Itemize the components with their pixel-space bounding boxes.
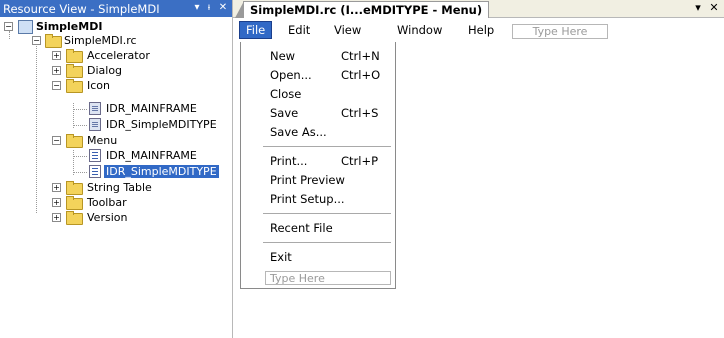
tree-node-label: Toolbar [87,196,127,209]
tree-node-label: Accelerator [87,49,150,62]
tree-leaf-menu-mainframe[interactable]: IDR_MAINFRAME [0,149,232,162]
file-menu-dropdown: New Ctrl+N Open... Ctrl+O Close Save Ctr… [240,42,396,289]
menu-item-label: Print... [270,154,308,168]
tree-root-node[interactable]: − SimpleMDI [0,20,232,34]
resource-view-title: Resource View - SimpleMDI [3,2,160,16]
tree-node-icon[interactable]: − Icon [0,79,232,93]
tree-node-accelerator[interactable]: + Accelerator [0,49,232,63]
menu-item-shortcut: Ctrl+P [341,154,379,168]
menu-editor-area: SimpleMDI.rc (I...eMDITYPE - Menu) ▾ ✕ F… [233,0,724,338]
menubar-type-here-field[interactable]: Type Here [512,24,608,39]
tree-node-label: Icon [87,79,110,92]
menu-item-shortcut: Ctrl+N [341,49,380,63]
tree-node-label: SimpleMDI.rc [64,34,137,47]
tree-node-label: Menu [87,134,118,147]
menu-item-label: New [270,49,296,63]
menu-item-label: Save [270,106,299,120]
expand-icon[interactable]: + [52,198,61,207]
resource-view-title-bar: Resource View - SimpleMDI ▾ ᵼ ✕ [0,0,232,17]
menu-window[interactable]: Window [391,22,448,38]
tab-list-dropdown-icon[interactable]: ▾ [691,1,705,15]
collapse-icon[interactable]: − [4,22,13,31]
expand-icon[interactable]: + [52,66,61,75]
folder-icon [66,196,83,210]
expand-icon[interactable]: + [52,183,61,192]
menu-item-print-preview[interactable]: Print Preview [241,171,395,190]
tree-node-label: Version [87,211,128,224]
menu-edit[interactable]: Edit [282,22,316,38]
menu-item-label: Print Setup... [270,192,345,206]
tree-node-version[interactable]: + Version [0,211,232,225]
menu-item-print[interactable]: Print... Ctrl+P [241,152,395,171]
menu-separator [263,213,391,214]
tree-node-rc-file[interactable]: − SimpleMDI.rc [0,34,232,48]
collapse-icon[interactable]: − [52,81,61,90]
menu-item-label: Exit [270,250,292,264]
menu-item-label: Print Preview [270,173,345,187]
menu-item-label: Recent File [270,221,333,235]
menu-resource-icon [89,165,101,178]
menu-view[interactable]: View [328,22,367,38]
tree-node-label: Dialog [87,64,123,77]
menu-item-save-as[interactable]: Save As... [241,123,395,142]
selected-tree-leaf-label: IDR_SimpleMDITYPE [104,165,219,178]
autohide-pin-icon[interactable]: ᵼ [202,1,216,15]
folder-icon [66,49,83,63]
menu-item-label: Save As... [270,125,327,139]
tree-node-menu[interactable]: − Menu [0,134,232,148]
menu-item-label: Close [270,87,302,101]
close-document-button[interactable]: ✕ [707,1,721,15]
tree-node-toolbar[interactable]: + Toolbar [0,196,232,210]
folder-icon [45,34,62,48]
close-panel-button[interactable]: ✕ [216,1,230,15]
document-tab-title: SimpleMDI.rc (I...eMDITYPE - Menu) [250,3,483,17]
menu-item-save[interactable]: Save Ctrl+S [241,104,395,123]
icon-resource-icon [89,102,101,115]
folder-icon [66,211,83,225]
tree-leaf-icon-simplemditype[interactable]: IDR_SimpleMDITYPE [0,118,232,131]
tree-node-label: String Table [87,181,152,194]
tree-leaf-label: IDR_MAINFRAME [106,149,197,162]
menu-separator [263,242,391,243]
menu-file[interactable]: File [239,21,273,39]
collapse-icon[interactable]: − [52,136,61,145]
document-tab[interactable]: SimpleMDI.rc (I...eMDITYPE - Menu) [234,1,490,18]
project-icon [18,20,33,34]
resource-view-panel: Resource View - SimpleMDI ▾ ᵼ ✕ − Simple… [0,0,233,338]
menu-item-open[interactable]: Open... Ctrl+O [241,66,395,85]
menu-item-recent-file[interactable]: Recent File [241,219,395,238]
menu-item-print-setup[interactable]: Print Setup... [241,190,395,209]
tree-leaf-icon-mainframe[interactable]: IDR_MAINFRAME [0,102,232,115]
menu-item-exit[interactable]: Exit [241,248,395,267]
collapse-icon[interactable]: − [32,36,41,45]
menu-item-label: Open... [270,68,312,82]
document-tab-strip: SimpleMDI.rc (I...eMDITYPE - Menu) ▾ ✕ [233,0,724,18]
tree-leaf-label: IDR_MAINFRAME [106,102,197,115]
expand-icon[interactable]: + [52,51,61,60]
menu-resource-icon [89,149,101,162]
menu-item-shortcut: Ctrl+S [341,106,379,120]
menu-separator [263,146,391,147]
tree-leaf-label: IDR_SimpleMDITYPE [106,118,217,131]
file-menu-type-here-field[interactable]: Type Here [265,271,391,285]
menu-item-new[interactable]: New Ctrl+N [241,47,395,66]
tree-leaf-menu-simplemditype[interactable]: IDR_SimpleMDITYPE [0,165,232,178]
folder-icon [66,64,83,78]
folder-icon [66,134,83,148]
icon-resource-icon [89,118,101,131]
tree-node-dialog[interactable]: + Dialog [0,64,232,78]
folder-icon [66,181,83,195]
tree-root-label: SimpleMDI [36,20,103,33]
tree-node-string-table[interactable]: + String Table [0,181,232,195]
menu-item-shortcut: Ctrl+O [341,68,381,82]
folder-icon [66,79,83,93]
menu-help[interactable]: Help [462,22,500,38]
expand-icon[interactable]: + [52,213,61,222]
menu-item-close[interactable]: Close [241,85,395,104]
menu-bar: File Edit View Window Help Type Here [233,18,724,42]
